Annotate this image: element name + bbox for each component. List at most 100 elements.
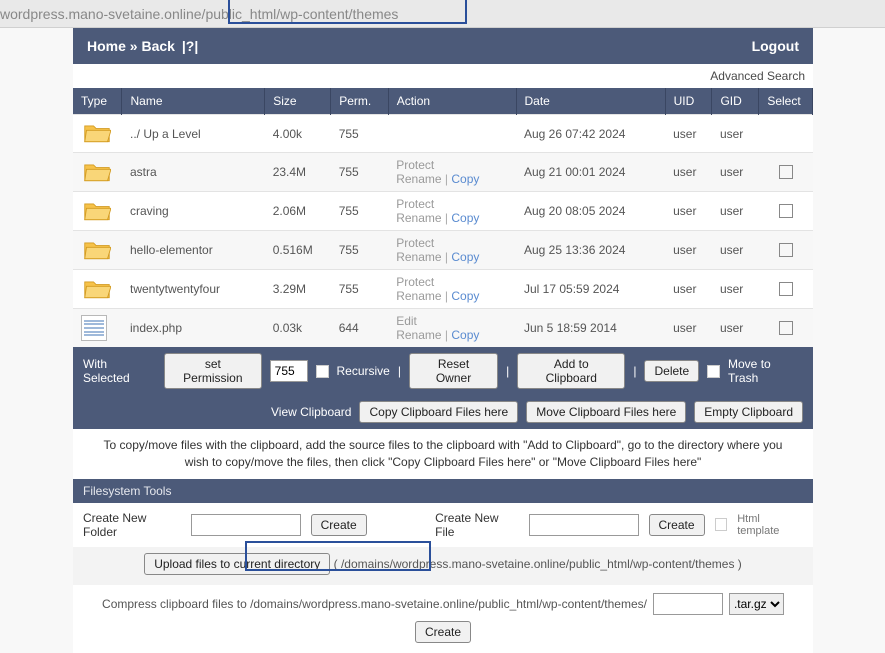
- uid-cell: user: [665, 231, 712, 270]
- create-folder-label: Create New Folder: [83, 511, 181, 539]
- folder-icon: [83, 276, 111, 300]
- with-selected-label: With Selected: [83, 357, 156, 385]
- col-date[interactable]: Date: [516, 88, 665, 115]
- files-table: Type Name Size Perm. Action Date UID GID…: [73, 88, 813, 347]
- col-name[interactable]: Name: [122, 88, 265, 115]
- copy-link[interactable]: Copy: [451, 211, 479, 225]
- perm-cell: 644: [331, 309, 389, 348]
- table-row: index.php0.03k644EditRename | CopyJun 5 …: [73, 309, 813, 348]
- file-icon: [81, 315, 107, 341]
- add-to-clipboard-button[interactable]: Add to Clipboard: [517, 353, 625, 389]
- compress-ext-select[interactable]: .tar.gz: [729, 593, 784, 615]
- gid-cell: user: [712, 192, 759, 231]
- gid-cell: user: [712, 115, 759, 153]
- recursive-checkbox[interactable]: [316, 365, 329, 378]
- row-checkbox[interactable]: [779, 321, 793, 335]
- compress-create-button[interactable]: Create: [415, 621, 471, 643]
- table-row: craving2.06M755ProtectRename | CopyAug 2…: [73, 192, 813, 231]
- col-select[interactable]: Select: [759, 88, 813, 115]
- file-name-link[interactable]: index.php: [130, 321, 182, 335]
- file-name-link[interactable]: hello-elementor: [130, 243, 213, 257]
- uid-cell: user: [665, 309, 712, 348]
- delete-button[interactable]: Delete: [644, 360, 699, 382]
- col-size[interactable]: Size: [265, 88, 331, 115]
- create-file-button[interactable]: Create: [649, 514, 705, 536]
- rename-link[interactable]: Rename: [396, 289, 441, 303]
- perm-cell: 755: [331, 192, 389, 231]
- file-name-link[interactable]: twentytwentyfour: [130, 282, 220, 296]
- table-row: hello-elementor0.516M755ProtectRename | …: [73, 231, 813, 270]
- edit-link[interactable]: Edit: [396, 314, 417, 328]
- move-clipboard-here-button[interactable]: Move Clipboard Files here: [526, 401, 686, 423]
- view-clipboard-link[interactable]: View Clipboard: [271, 405, 352, 419]
- table-header-row: Type Name Size Perm. Action Date UID GID…: [73, 88, 813, 115]
- logout-link[interactable]: Logout: [752, 38, 799, 54]
- copy-link[interactable]: Copy: [451, 250, 479, 264]
- col-gid[interactable]: GID: [712, 88, 759, 115]
- copy-clipboard-here-button[interactable]: Copy Clipboard Files here: [359, 401, 518, 423]
- table-row: astra23.4M755ProtectRename | CopyAug 21 …: [73, 153, 813, 192]
- clipboard-toolbar: View Clipboard Copy Clipboard Files here…: [73, 395, 813, 429]
- recursive-label: Recursive: [337, 364, 390, 378]
- folder-icon: [83, 198, 111, 222]
- rename-link[interactable]: Rename: [396, 250, 441, 264]
- upload-files-button[interactable]: Upload files to current directory: [144, 553, 330, 575]
- date-cell: Jun 5 18:59 2014: [516, 309, 665, 348]
- nav-sep: »: [130, 38, 142, 54]
- create-folder-button[interactable]: Create: [311, 514, 367, 536]
- file-name-link[interactable]: astra: [130, 165, 157, 179]
- move-to-trash-checkbox[interactable]: [707, 365, 720, 378]
- create-folder-input[interactable]: [191, 514, 301, 536]
- rename-link[interactable]: Rename: [396, 328, 441, 342]
- folder-icon: [83, 120, 111, 144]
- set-permission-button[interactable]: set Permission: [164, 353, 262, 389]
- create-file-input[interactable]: [529, 514, 639, 536]
- permission-input[interactable]: [270, 360, 308, 382]
- col-uid[interactable]: UID: [665, 88, 712, 115]
- selection-toolbar: With Selected set Permission Recursive |…: [73, 347, 813, 395]
- copy-link[interactable]: Copy: [451, 289, 479, 303]
- table-row: twentytwentyfour3.29M755ProtectRename | …: [73, 270, 813, 309]
- upload-path-label: ( /domains/wordpress.mano-svetaine.onlin…: [334, 557, 742, 571]
- protect-link[interactable]: Protect: [396, 158, 434, 172]
- copy-link[interactable]: Copy: [451, 172, 479, 186]
- rename-link[interactable]: Rename: [396, 172, 441, 186]
- compress-filename-input[interactable]: [653, 593, 723, 615]
- back-link[interactable]: Back: [141, 38, 174, 54]
- row-checkbox[interactable]: [779, 165, 793, 179]
- home-link[interactable]: Home: [87, 38, 126, 54]
- compress-label: Compress clipboard files to /domains/wor…: [102, 597, 647, 611]
- row-checkbox[interactable]: [779, 243, 793, 257]
- address-bar-path: wordpress.mano-svetaine.online/public_ht…: [0, 6, 398, 22]
- date-cell: Aug 25 13:36 2024: [516, 231, 665, 270]
- help-link[interactable]: |?|: [182, 38, 198, 54]
- empty-clipboard-button[interactable]: Empty Clipboard: [694, 401, 803, 423]
- rename-link[interactable]: Rename: [396, 211, 441, 225]
- gid-cell: user: [712, 270, 759, 309]
- file-name-link[interactable]: ../ Up a Level: [130, 127, 201, 141]
- row-checkbox[interactable]: [779, 204, 793, 218]
- size-cell: 4.00k: [265, 115, 331, 153]
- row-checkbox[interactable]: [779, 282, 793, 296]
- address-bar: wordpress.mano-svetaine.online/public_ht…: [0, 0, 885, 28]
- col-type[interactable]: Type: [73, 88, 122, 115]
- protect-link[interactable]: Protect: [396, 197, 434, 211]
- file-name-link[interactable]: craving: [130, 204, 169, 218]
- size-cell: 23.4M: [265, 153, 331, 192]
- protect-link[interactable]: Protect: [396, 236, 434, 250]
- reset-owner-button[interactable]: Reset Owner: [409, 353, 498, 389]
- copy-link[interactable]: Copy: [451, 328, 479, 342]
- create-row: Create New Folder Create Create New File…: [73, 503, 813, 547]
- size-cell: 0.516M: [265, 231, 331, 270]
- table-row: ../ Up a Level4.00k755Aug 26 07:42 2024u…: [73, 115, 813, 153]
- html-template-checkbox[interactable]: [715, 518, 728, 531]
- col-perm[interactable]: Perm.: [331, 88, 389, 115]
- create-file-label: Create New File: [435, 511, 518, 539]
- perm-cell: 755: [331, 153, 389, 192]
- date-cell: Aug 21 00:01 2024: [516, 153, 665, 192]
- gid-cell: user: [712, 309, 759, 348]
- uid-cell: user: [665, 192, 712, 231]
- advanced-search-link[interactable]: Advanced Search: [73, 64, 813, 88]
- protect-link[interactable]: Protect: [396, 275, 434, 289]
- date-cell: Aug 20 08:05 2024: [516, 192, 665, 231]
